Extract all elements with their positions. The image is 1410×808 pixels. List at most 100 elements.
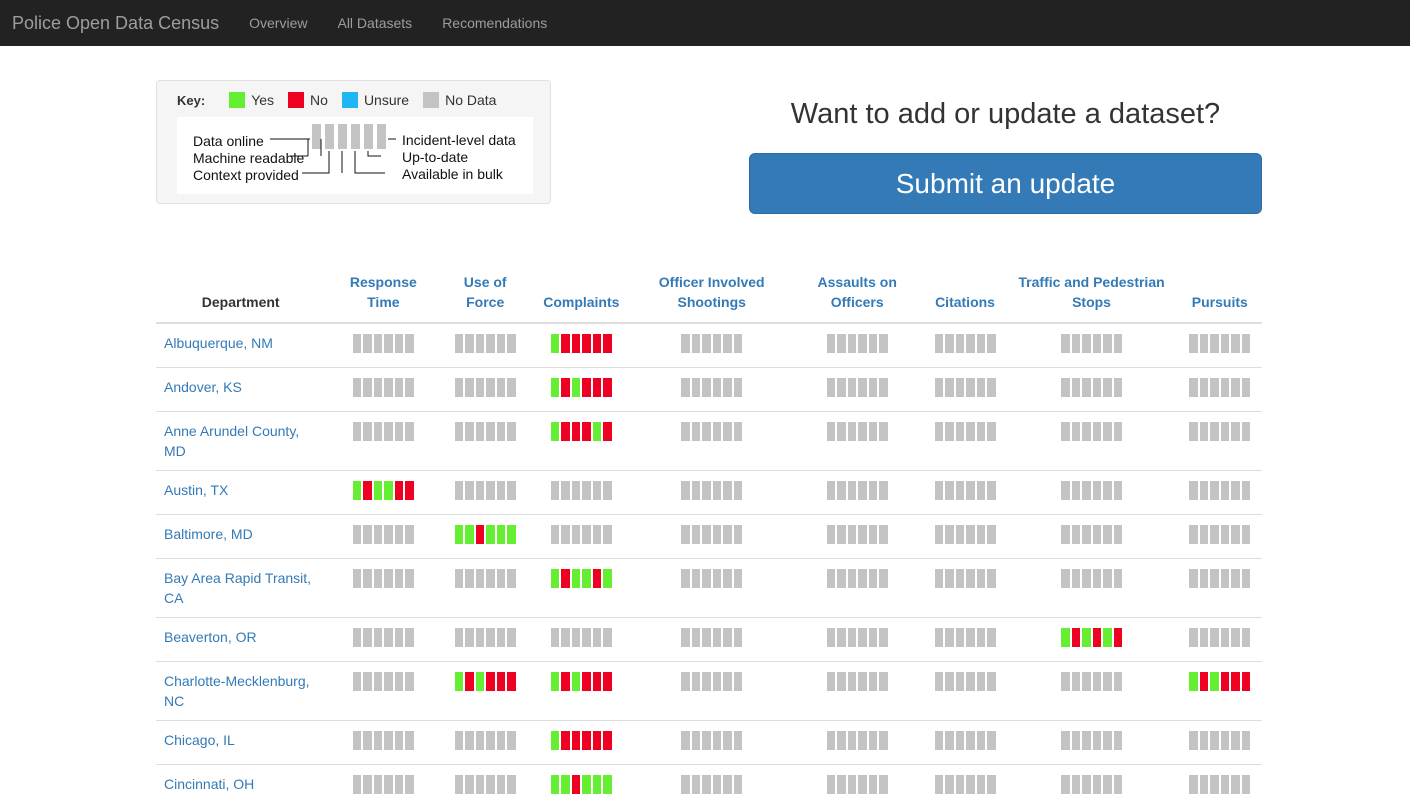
- status-bar-nodata[interactable]: [1103, 525, 1112, 544]
- status-bar-nodata[interactable]: [572, 481, 581, 500]
- status-bar-nodata[interactable]: [1189, 775, 1198, 794]
- status-bar-nodata[interactable]: [561, 628, 570, 647]
- status-bar-nodata[interactable]: [363, 525, 372, 544]
- status-bar-nodata[interactable]: [713, 569, 722, 588]
- status-bar-nodata[interactable]: [572, 628, 581, 647]
- status-bar-nodata[interactable]: [723, 731, 732, 750]
- status-bar-nodata[interactable]: [395, 422, 404, 441]
- status-bar-nodata[interactable]: [476, 481, 485, 500]
- status-bar-nodata[interactable]: [734, 775, 743, 794]
- status-bar-nodata[interactable]: [681, 525, 690, 544]
- status-bar-nodata[interactable]: [879, 569, 888, 588]
- status-bar-nodata[interactable]: [1114, 569, 1123, 588]
- status-bar-nodata[interactable]: [827, 525, 836, 544]
- status-bars[interactable]: [681, 731, 742, 750]
- status-bar-nodata[interactable]: [935, 731, 944, 750]
- status-bar-nodata[interactable]: [455, 731, 464, 750]
- status-bars[interactable]: [455, 422, 516, 441]
- status-bar-nodata[interactable]: [1093, 481, 1102, 500]
- status-bar-nodata[interactable]: [363, 628, 372, 647]
- status-bar-nodata[interactable]: [1242, 525, 1251, 544]
- status-bar-nodata[interactable]: [1189, 628, 1198, 647]
- status-bar-nodata[interactable]: [507, 569, 516, 588]
- status-bar-nodata[interactable]: [692, 422, 701, 441]
- status-bar-nodata[interactable]: [734, 672, 743, 691]
- status-bar-nodata[interactable]: [869, 378, 878, 397]
- department-link[interactable]: Chicago, IL: [164, 732, 235, 748]
- status-bar-nodata[interactable]: [353, 525, 362, 544]
- status-bar-nodata[interactable]: [1221, 422, 1230, 441]
- status-bar-no[interactable]: [593, 672, 602, 691]
- status-bar-nodata[interactable]: [603, 481, 612, 500]
- status-bar-no[interactable]: [572, 775, 581, 794]
- status-bar-nodata[interactable]: [497, 334, 506, 353]
- status-bar-nodata[interactable]: [1103, 775, 1112, 794]
- status-bar-yes[interactable]: [593, 422, 602, 441]
- status-bar-nodata[interactable]: [1210, 731, 1219, 750]
- status-bar-nodata[interactable]: [858, 422, 867, 441]
- status-bar-nodata[interactable]: [1210, 334, 1219, 353]
- status-bar-nodata[interactable]: [702, 334, 711, 353]
- status-bar-nodata[interactable]: [1061, 334, 1070, 353]
- status-bar-nodata[interactable]: [1210, 378, 1219, 397]
- status-bar-yes[interactable]: [497, 525, 506, 544]
- status-bar-nodata[interactable]: [1231, 378, 1240, 397]
- status-bar-nodata[interactable]: [977, 628, 986, 647]
- status-bar-nodata[interactable]: [384, 378, 393, 397]
- status-bar-yes[interactable]: [603, 775, 612, 794]
- status-bar-nodata[interactable]: [987, 525, 996, 544]
- status-bar-nodata[interactable]: [384, 569, 393, 588]
- status-bars[interactable]: [551, 569, 612, 588]
- status-bar-nodata[interactable]: [486, 569, 495, 588]
- status-bar-yes[interactable]: [1210, 672, 1219, 691]
- status-bar-nodata[interactable]: [879, 422, 888, 441]
- status-bar-nodata[interactable]: [692, 334, 701, 353]
- status-bars[interactable]: [551, 731, 612, 750]
- status-bar-yes[interactable]: [1082, 628, 1091, 647]
- status-bar-no[interactable]: [582, 422, 591, 441]
- status-bar-nodata[interactable]: [1221, 378, 1230, 397]
- status-bar-nodata[interactable]: [1061, 731, 1070, 750]
- status-bar-nodata[interactable]: [945, 525, 954, 544]
- status-bar-nodata[interactable]: [956, 422, 965, 441]
- status-bar-nodata[interactable]: [987, 731, 996, 750]
- status-bars[interactable]: [827, 334, 888, 353]
- status-bar-nodata[interactable]: [1114, 334, 1123, 353]
- nav-overview[interactable]: Overview: [249, 15, 307, 31]
- status-bar-nodata[interactable]: [858, 525, 867, 544]
- status-bars[interactable]: [1189, 628, 1250, 647]
- status-bar-nodata[interactable]: [723, 628, 732, 647]
- status-bar-nodata[interactable]: [455, 775, 464, 794]
- status-bar-nodata[interactable]: [1072, 569, 1081, 588]
- status-bar-no[interactable]: [1093, 628, 1102, 647]
- status-bar-nodata[interactable]: [827, 775, 836, 794]
- status-bar-nodata[interactable]: [455, 422, 464, 441]
- status-bars[interactable]: [455, 672, 516, 691]
- status-bar-nodata[interactable]: [966, 525, 975, 544]
- status-bar-nodata[interactable]: [837, 525, 846, 544]
- status-bar-nodata[interactable]: [837, 422, 846, 441]
- status-bar-nodata[interactable]: [1221, 481, 1230, 500]
- status-bar-nodata[interactable]: [582, 525, 591, 544]
- status-bar-nodata[interactable]: [1082, 731, 1091, 750]
- status-bar-nodata[interactable]: [1210, 628, 1219, 647]
- status-bar-nodata[interactable]: [956, 731, 965, 750]
- status-bar-yes[interactable]: [1189, 672, 1198, 691]
- status-bar-nodata[interactable]: [848, 334, 857, 353]
- status-bars[interactable]: [1061, 525, 1122, 544]
- status-bar-nodata[interactable]: [713, 481, 722, 500]
- status-bar-nodata[interactable]: [945, 422, 954, 441]
- status-bar-nodata[interactable]: [702, 672, 711, 691]
- status-bar-no[interactable]: [561, 334, 570, 353]
- status-bar-nodata[interactable]: [465, 569, 474, 588]
- status-bar-nodata[interactable]: [858, 569, 867, 588]
- status-bar-nodata[interactable]: [956, 569, 965, 588]
- status-bar-nodata[interactable]: [465, 334, 474, 353]
- department-link[interactable]: Anne Arundel County,MD: [164, 423, 299, 459]
- status-bar-nodata[interactable]: [374, 775, 383, 794]
- status-bars[interactable]: [827, 378, 888, 397]
- status-bar-nodata[interactable]: [723, 334, 732, 353]
- status-bar-nodata[interactable]: [723, 422, 732, 441]
- status-bars[interactable]: [935, 422, 996, 441]
- status-bars[interactable]: [551, 422, 612, 441]
